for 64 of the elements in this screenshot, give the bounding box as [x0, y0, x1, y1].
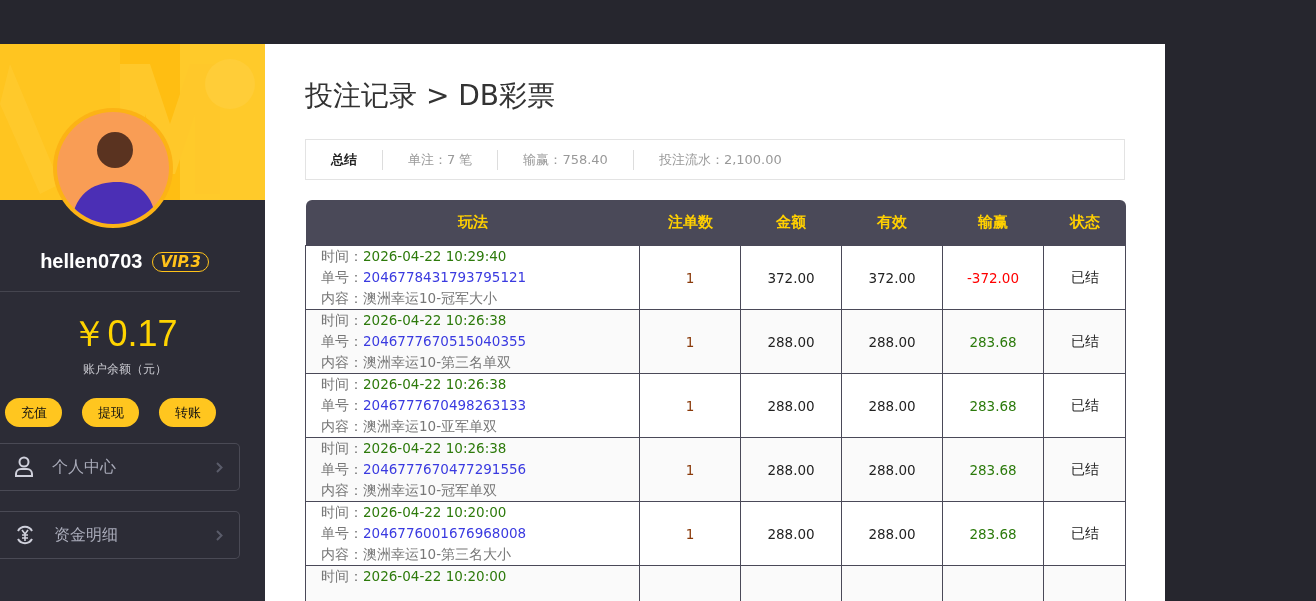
column-header: 状态	[1069, 213, 1100, 231]
table-cell: 283.68	[969, 525, 1017, 542]
table-cell: 1	[685, 397, 695, 414]
column-header: 金额	[776, 213, 806, 231]
bet-time: 时间：2026-04-22 10:26:38	[321, 311, 508, 330]
bet-order-number: 单号：2046777670477291556	[321, 460, 528, 479]
table-cell: 288.00	[868, 333, 916, 350]
action-button[interactable]: 提现	[82, 398, 139, 427]
table-cell: 1	[685, 525, 695, 542]
table-cell: 372.00	[868, 269, 916, 286]
table-cell: 已结	[1070, 524, 1099, 541]
bet-order-number: 单号：2046777670498263133	[321, 396, 528, 415]
person-icon	[14, 456, 34, 478]
summary-label: 总结	[329, 150, 358, 169]
bet-content: 内容：澳洲幸运10-第三名单双	[321, 353, 513, 372]
action-button[interactable]: 充值	[5, 398, 62, 427]
table-cell: -372.00	[966, 269, 1020, 286]
table-cell: 288.00	[767, 333, 815, 350]
table-cell: 已结	[1070, 268, 1099, 285]
chevron-right-icon	[216, 529, 223, 541]
table-cell: 283.68	[969, 461, 1017, 478]
bet-time: 时间：2026-04-22 10:26:38	[321, 439, 508, 458]
menu-item[interactable]: 资金明细	[0, 511, 240, 559]
table-cell: 288.00	[868, 397, 916, 414]
table-cell: 1	[685, 461, 695, 478]
bet-time: 时间：2026-04-22 10:20:00	[321, 503, 508, 522]
summary-stat: 投注流水：2,100.00	[632, 149, 807, 170]
table-cell: 288.00	[767, 397, 815, 414]
table-cell: 1	[685, 333, 695, 350]
table-cell: 372.00	[767, 269, 815, 286]
table-cell: 已结	[1070, 396, 1099, 413]
bet-time: 时间：2026-04-22 10:26:38	[321, 375, 508, 394]
table-cell: 已结	[1070, 332, 1099, 349]
bet-content: 内容：澳洲幸运10-冠军大小	[321, 289, 499, 308]
yen-exchange-icon	[14, 524, 36, 546]
bet-content: 内容：澳洲幸运10-第三名大小	[321, 545, 513, 564]
page-title: 投注记录 > DB彩票	[305, 78, 557, 114]
bet-content: 内容：澳洲幸运10-冠军单双	[321, 481, 499, 500]
column-header: 有效	[877, 213, 907, 231]
table-cell: 1	[685, 269, 695, 286]
column-header: 注单数	[667, 213, 713, 231]
balance-label: 账户余额（元）	[81, 361, 168, 378]
table-cell: 已结	[1070, 460, 1099, 477]
bet-order-number: 单号：2046778431793795121	[321, 268, 528, 287]
username: hellen0703	[40, 250, 143, 273]
column-header: 玩法	[457, 213, 488, 231]
bet-order-number: 单号：2046776001676968008	[321, 524, 528, 543]
summary-stat: 单注：7 笔	[382, 149, 498, 170]
table-cell: 288.00	[868, 461, 916, 478]
bet-time: 时间：2026-04-22 10:20:00	[321, 567, 508, 586]
table-cell: 288.00	[767, 461, 815, 478]
action-button[interactable]: 转账	[159, 398, 216, 427]
table-cell: 283.68	[969, 397, 1017, 414]
balance-amount: ￥0.17	[70, 312, 179, 356]
bet-content: 内容：澳洲幸运10-亚军单双	[321, 417, 499, 436]
menu-item[interactable]: 个人中心	[0, 443, 240, 491]
bet-order-number: 单号：2046777670515040355	[321, 332, 528, 351]
table-cell: 283.68	[969, 333, 1017, 350]
table-cell: 288.00	[767, 525, 815, 542]
table-cell: 288.00	[868, 525, 916, 542]
summary-stat: 输赢：758.40	[497, 149, 633, 170]
chevron-right-icon	[216, 461, 223, 473]
column-header: 输赢	[978, 213, 1008, 231]
bet-time: 时间：2026-04-22 10:29:40	[321, 247, 508, 266]
